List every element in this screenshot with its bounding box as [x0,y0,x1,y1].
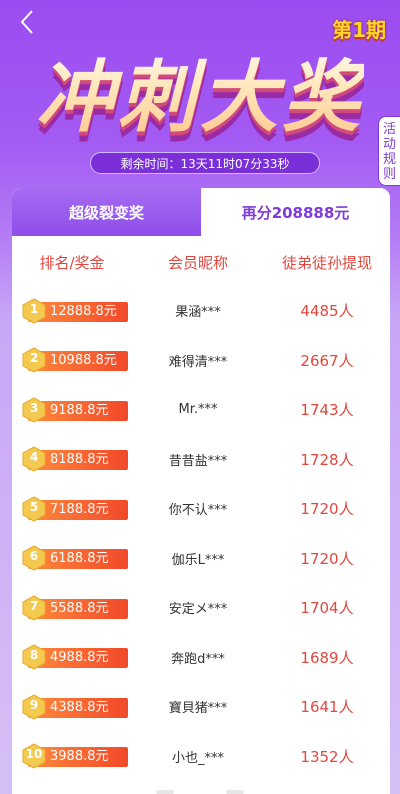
withdraw-count: 1641人 [300,698,354,717]
withdraw-count: 4485人 [300,302,354,321]
rank-number: 6 [29,549,39,564]
rank-number: 4 [29,450,39,465]
withdraw-count: 1720人 [300,549,354,568]
rank-prize-cell: 4388.8元 9 [12,692,132,722]
rank-number: 8 [29,648,39,663]
withdraw-count: 2667人 [300,351,354,370]
rank-prize-cell: 3988.8元 10 [12,741,132,771]
member-nickname: 安定メ*** [168,602,228,618]
member-nickname: 果涵*** [175,305,221,321]
rank-number: 3 [29,400,39,415]
withdraw-count: 1728人 [300,450,354,469]
activity-rules-tab[interactable]: 活 动 规 则 [378,116,400,186]
rank-prize-cell: 5588.8元 7 [12,593,132,623]
tab-super-fission-prize[interactable]: 超级裂变奖 [12,188,201,236]
banner-title: 冲刺大奖 [36,35,364,147]
table-row: 4388.8元 9 寶貝猪*** 1641人 [12,682,390,732]
header-withdraw-count: 徒弟徒孙提现 [281,253,372,272]
rank-prize-cell: 7188.8元 5 [12,494,132,524]
banner: 冲刺大奖 [0,36,400,146]
member-nickname: 寶貝猪*** [168,701,228,717]
member-nickname: 你不认*** [168,503,228,519]
leaderboard-card: 超级裂变奖 再分208888元 排名/奖金 会员昵称 徒弟徒孙提现 12888.… [12,188,390,794]
member-nickname: 昔昔盐*** [168,453,228,469]
table-row: 9188.8元 3 Mr.*** 1743人 [12,385,390,435]
table-row: 8188.8元 4 昔昔盐*** 1728人 [12,435,390,485]
table-row: 6188.8元 6 伽乐L*** 1720人 [12,534,390,584]
rank-prize-cell: 12888.8元 1 [12,296,132,326]
table-row: 10988.8元 2 难得清*** 2667人 [12,336,390,386]
member-nickname: 奔跑d*** [171,651,225,667]
member-nickname: 小也_*** [171,750,224,766]
rank-prize-cell: 10988.8元 2 [12,345,132,375]
rank-number: 5 [29,499,39,514]
table-header: 排名/奖金 会员昵称 徒弟徒孙提现 [12,242,390,282]
header-nickname: 会员昵称 [167,253,228,272]
rank-prize-cell: 8188.8元 4 [12,444,132,474]
ranking-list: 12888.8元 1 果涵*** 4485人 10988.8元 2 难得清*** 2667人 9… [12,286,390,781]
withdraw-count: 1704人 [300,599,354,618]
member-nickname: 伽乐L*** [171,552,225,568]
back-chevron-icon[interactable] [14,8,42,36]
rules-char: 动 [382,137,396,152]
withdraw-count: 1689人 [300,648,354,667]
tab-share-prize[interactable]: 再分208888元 [201,188,390,236]
table-row: 4988.8元 8 奔跑d*** 1689人 [12,633,390,683]
table-row: 3988.8元 10 小也_*** 1352人 [12,732,390,782]
table-row: 5588.8元 7 安定メ*** 1704人 [12,583,390,633]
member-nickname: Mr.*** [178,402,218,418]
rank-number: 2 [29,351,39,366]
rank-prize-cell: 9188.8元 3 [12,395,132,425]
rank-number: 9 [29,697,39,712]
rules-char: 规 [382,152,396,167]
scroll-indicator [156,790,244,794]
rank-prize-cell: 6188.8元 6 [12,543,132,573]
withdraw-count: 1743人 [300,401,354,420]
tab-bar: 超级裂变奖 再分208888元 [12,188,390,236]
rank-number: 10 [25,747,43,762]
rules-char: 则 [382,167,396,182]
table-row: 7188.8元 5 你不认*** 1720人 [12,484,390,534]
member-nickname: 难得清*** [168,354,228,370]
rank-number: 7 [29,598,39,613]
withdraw-count: 1352人 [300,747,354,766]
table-row: 12888.8元 1 果涵*** 4485人 [12,286,390,336]
rank-number: 1 [29,301,39,316]
header-rank-prize: 排名/奖金 [39,253,105,272]
withdraw-count: 1720人 [300,500,354,519]
rules-char: 活 [382,122,396,137]
countdown-timer: 剩余时间：13天11时07分33秒 [90,152,320,174]
rank-prize-cell: 4988.8元 8 [12,642,132,672]
